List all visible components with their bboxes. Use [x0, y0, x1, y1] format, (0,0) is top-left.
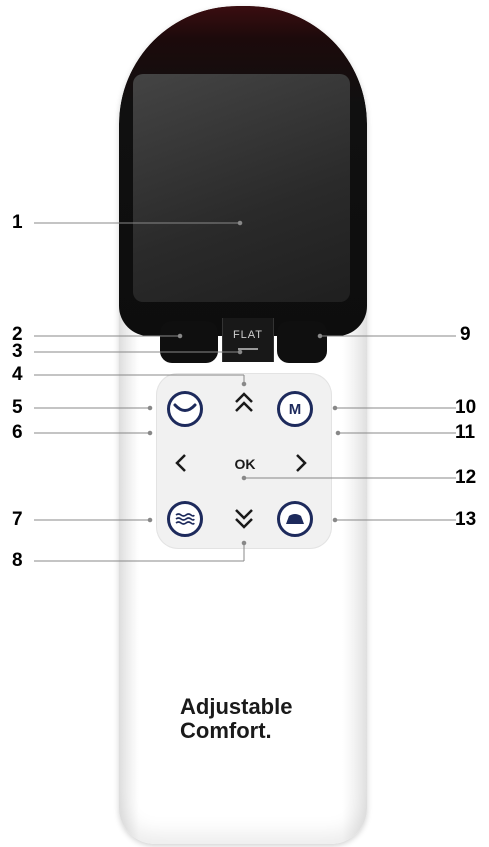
- callout-7: 7: [12, 509, 23, 530]
- callout-5: 5: [12, 397, 23, 418]
- callout-10: 10: [455, 397, 477, 418]
- callout-12: 12: [455, 467, 477, 488]
- callout-11: 11: [455, 422, 476, 443]
- callout-13: 13: [455, 509, 477, 530]
- leader-lines: [34, 220, 456, 562]
- callout-9: 9: [460, 324, 471, 345]
- callout-3: 3: [12, 341, 23, 362]
- callout-6: 6: [12, 422, 23, 443]
- callout-8: 8: [12, 550, 23, 571]
- callout-1: 1: [12, 212, 23, 233]
- callout-4: 4: [12, 364, 23, 385]
